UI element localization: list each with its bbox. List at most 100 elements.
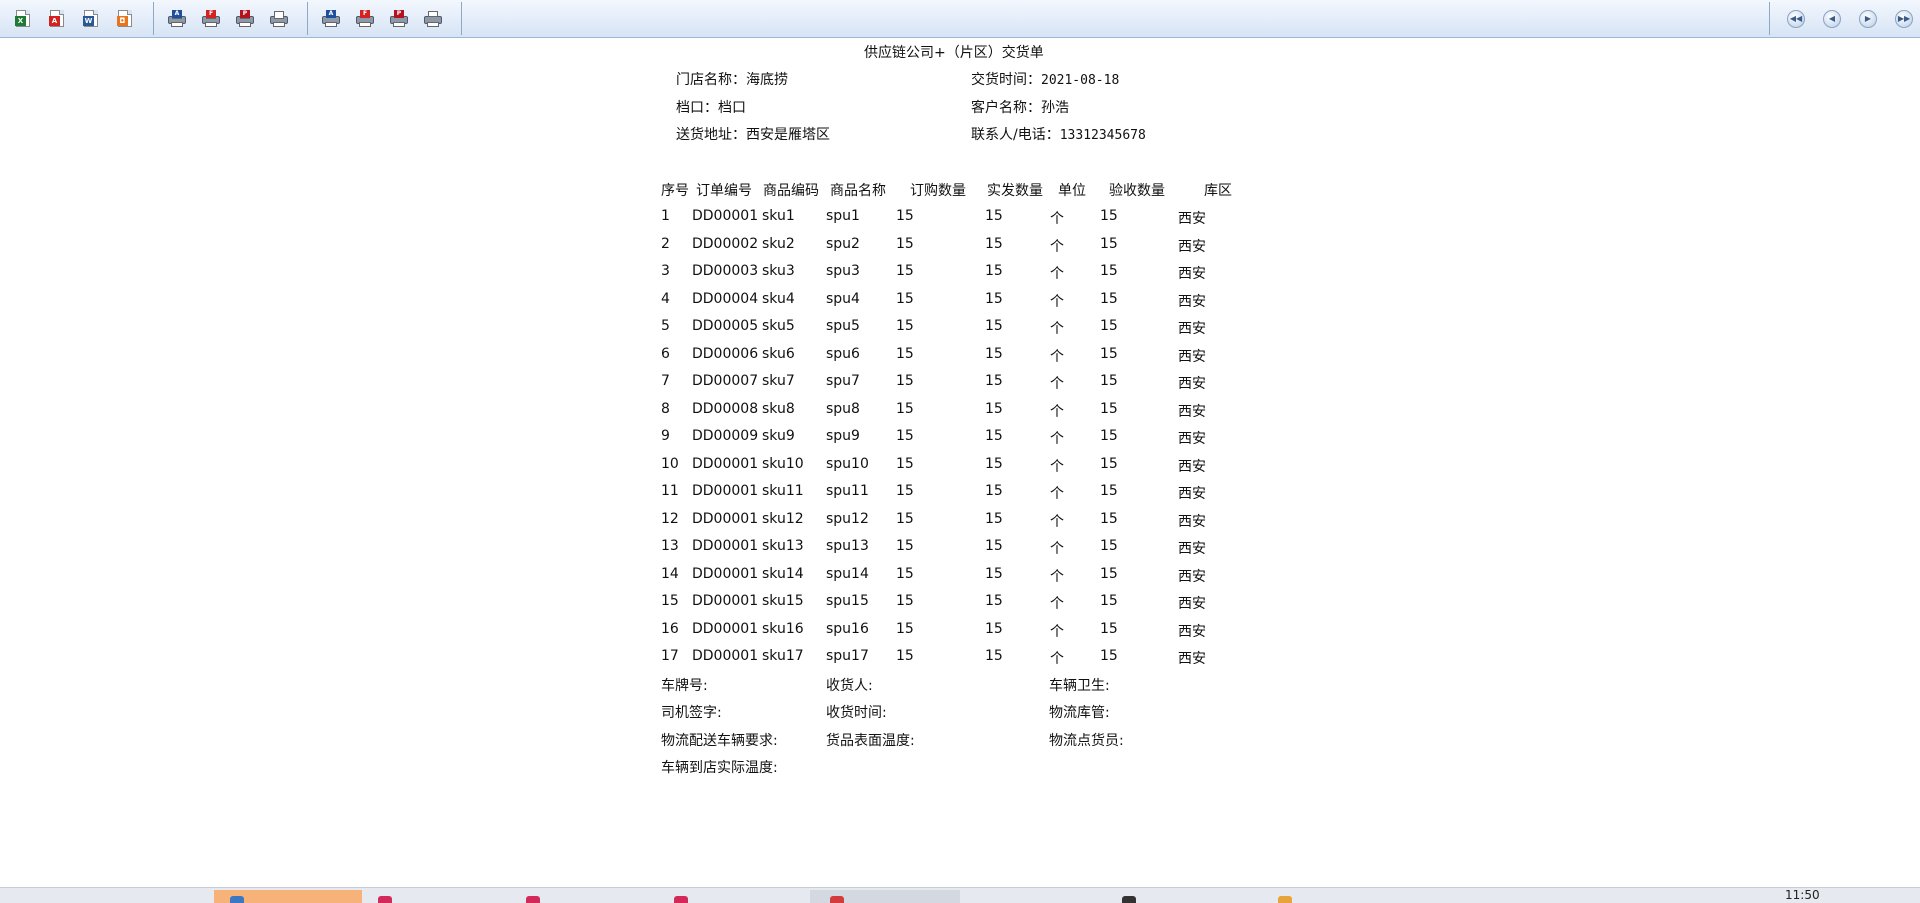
export-word-icon: W [83,10,98,27]
cell-unit: 个 [1050,596,1064,612]
cell-sku-code: sku5 [762,318,795,334]
print-a-button[interactable]: A [321,9,341,29]
cell-order-qty: 15 [896,318,914,334]
cell-order-qty: 15 [896,345,914,362]
table-row: 2 DD00002 sku2 spu2 15 15 个 15 西安 [0,236,1920,258]
cell-order-id: DD00005 [692,318,759,334]
print-p-icon: P [390,9,408,27]
table-row: 14 DD00001 sku14 spu14 15 15 个 15 西安 [0,566,1920,588]
last-page-icon[interactable]: ▶▶ [1895,9,1913,28]
cell-shipped-qty: 15 [985,455,1003,472]
cell-product-name: spu8 [826,400,860,417]
cell-shipped-qty: 15 [985,538,1003,554]
cell-seq: 13 [661,538,679,554]
cell-seq: 12 [661,510,679,527]
cell-unit: 个 [1050,431,1064,447]
print-preview-a-button[interactable]: A [167,9,187,29]
taskbar-clock: 11:50 [1785,888,1820,902]
cell-warehouse: 西安 [1178,431,1206,447]
cell-product-name: spu1 [826,208,860,224]
print-preview-p-button[interactable]: P [235,9,255,29]
table-header-row: 序号 订单编号 商品编码 商品名称 订购数量 实发数量 单位 验收数量 库区 [0,180,1920,202]
cell-unit: 个 [1050,486,1064,502]
cell-accepted-qty: 15 [1100,208,1118,224]
cell-accepted-qty: 15 [1100,373,1118,389]
print-button[interactable] [423,9,443,29]
cell-product-name: spu17 [826,648,869,664]
print-f-icon: F [356,9,374,27]
store-name-field: 门店名称：海底捞 [676,69,788,89]
print-preview-f-button[interactable]: F [201,9,221,29]
cell-accepted-qty: 15 [1100,648,1118,664]
cell-order-id: DD00001 [692,510,759,527]
customer-value: 孙浩 [1041,100,1069,116]
column-header-seq: 序号 [661,183,689,199]
cell-order-qty: 15 [896,620,914,637]
table-row: 1 DD00001 sku1 spu1 15 15 个 15 西安 [0,208,1920,230]
store-name-value: 海底捞 [746,72,788,88]
cell-warehouse: 西安 [1178,266,1206,282]
address-field: 送货地址：西安是雁塔区 [676,124,830,144]
cell-product-name: spu4 [826,290,860,307]
vehicle-hygiene-label: 车辆卫生: [1049,678,1110,694]
cell-seq: 2 [661,235,670,252]
cell-order-qty: 15 [896,455,914,472]
column-header-sku-code: 商品编码 [763,183,819,199]
cell-unit: 个 [1050,513,1064,530]
customer-field: 客户名称：孙浩 [971,97,1069,117]
cell-sku-code: sku12 [762,510,804,527]
cell-order-id: DD00001 [692,593,759,609]
cell-seq: 11 [661,483,679,499]
column-header-order-id: 订单编号 [696,183,752,199]
cell-accepted-qty: 15 [1100,565,1118,582]
report-title: 供应链公司+（片区）交货单 [864,45,1044,61]
delivery-time-value: 2021-08-18 [1041,73,1120,88]
export-pdf-icon: A [49,10,64,27]
cell-warehouse: 西安 [1178,293,1206,310]
cell-warehouse: 西安 [1178,376,1206,392]
next-page-icon[interactable]: ▶ [1859,9,1877,28]
cell-seq: 4 [661,290,670,307]
export-image-button[interactable]: ◘ [115,9,135,29]
export-pdf-button[interactable]: A [47,9,67,29]
cell-order-qty: 15 [896,538,914,554]
cell-sku-code: sku15 [762,593,804,609]
table-row: 12 DD00001 sku12 spu12 15 15 个 15 西安 [0,511,1920,533]
export-excel-icon: X [15,10,30,27]
cell-shipped-qty: 15 [985,565,1003,582]
cell-seq: 15 [661,593,679,609]
prev-page-icon[interactable]: ◀ [1823,9,1841,28]
cell-accepted-qty: 15 [1100,345,1118,362]
export-word-button[interactable]: W [81,9,101,29]
customer-label: 客户名称： [971,100,1041,116]
table-row: 10 DD00001 sku10 spu10 15 15 个 15 西安 [0,456,1920,478]
cell-sku-code: sku9 [762,428,795,444]
cell-sku-code: sku16 [762,620,804,637]
cell-unit: 个 [1050,651,1064,667]
export-image-icon: ◘ [117,10,132,27]
store-name-label: 门店名称： [676,72,746,88]
cell-warehouse: 西安 [1178,238,1206,255]
print-preview-icon [270,10,288,27]
cell-product-name: spu3 [826,263,860,279]
print-preview-button[interactable] [269,9,289,29]
cell-warehouse: 西安 [1178,541,1206,557]
export-excel-button[interactable]: X [13,9,33,29]
vehicle-requirement-label: 物流配送车辆要求: [661,733,778,749]
cell-warehouse: 西安 [1178,623,1206,640]
cell-product-name: spu7 [826,373,860,389]
cell-warehouse: 西安 [1178,211,1206,227]
print-p-button[interactable]: P [389,9,409,29]
cell-warehouse: 西安 [1178,651,1206,667]
column-header-order-qty: 订购数量 [910,183,966,199]
print-f-button[interactable]: F [355,9,375,29]
cell-order-id: DD00001 [692,648,759,664]
cell-order-id: DD00006 [692,345,759,362]
print-button-group: AFP [314,0,450,37]
cell-unit: 个 [1050,266,1064,282]
first-page-icon[interactable]: ◀◀ [1787,9,1805,28]
cell-sku-code: sku2 [762,235,795,252]
print-preview-f-icon: F [202,9,220,27]
windows-taskbar: 11:50 [0,887,1920,903]
cell-unit: 个 [1050,238,1064,255]
